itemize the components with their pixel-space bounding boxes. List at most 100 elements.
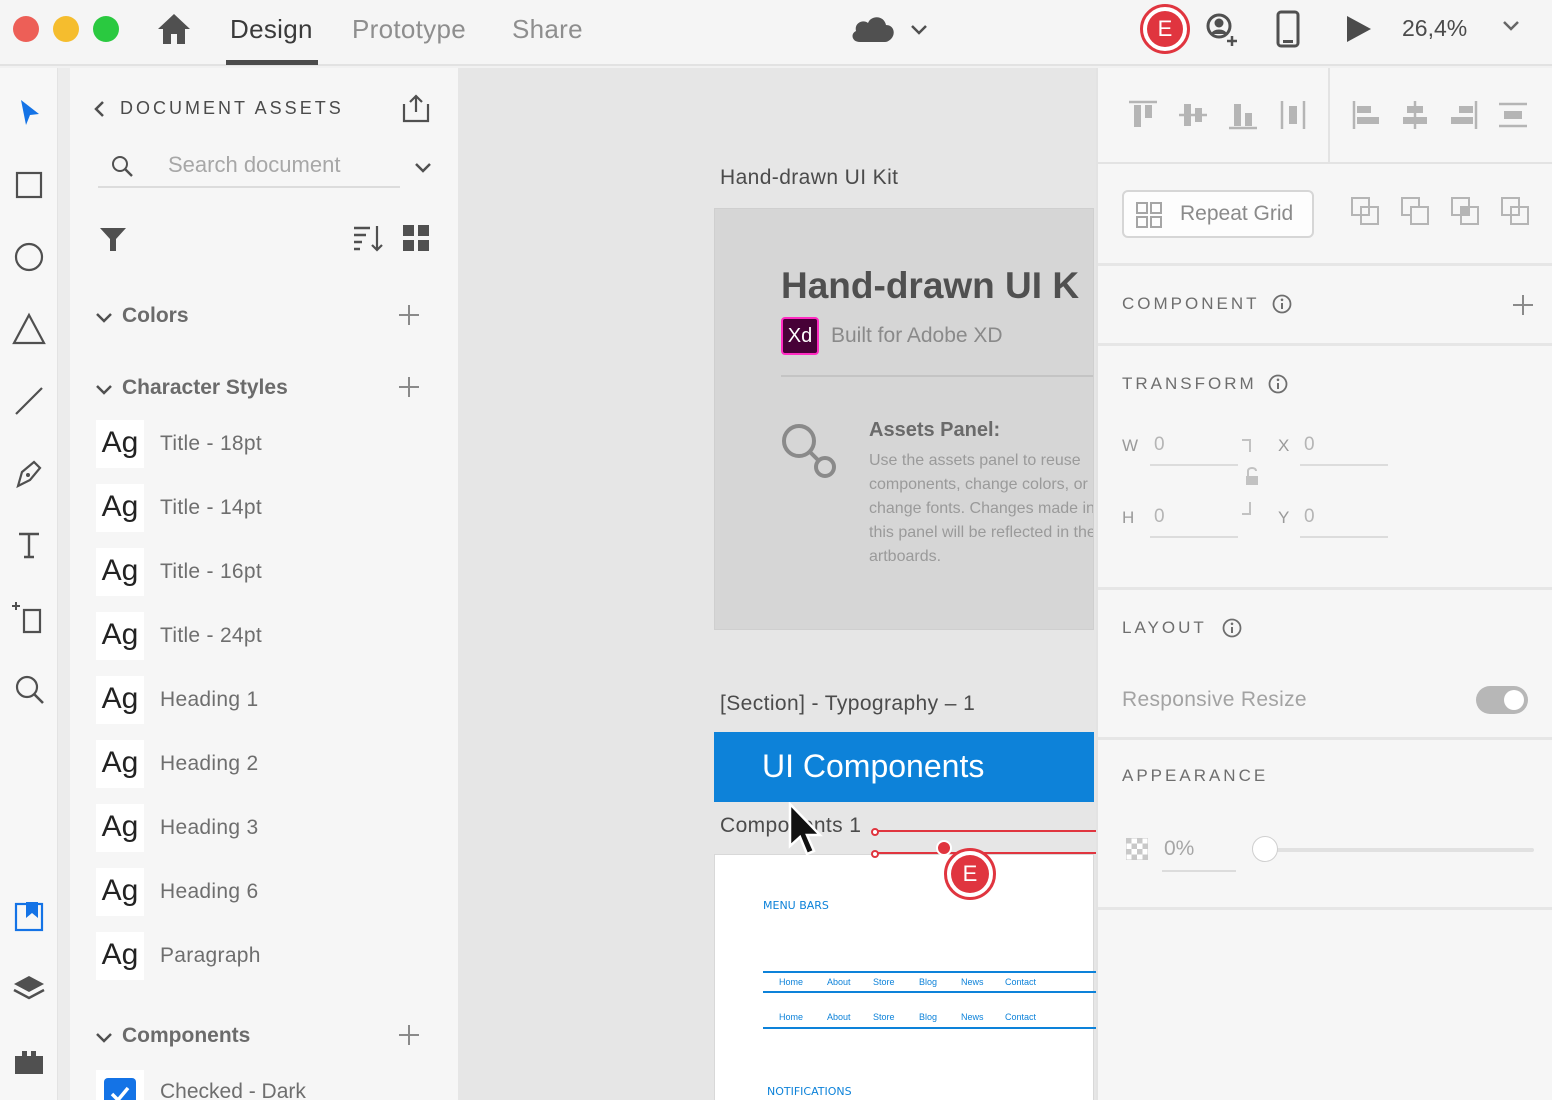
ui-components-banner[interactable]: UI Components	[714, 732, 1094, 802]
align-left-icon[interactable]	[1350, 98, 1384, 132]
align-right-icon[interactable]	[1446, 98, 1480, 132]
play-icon[interactable]	[1342, 13, 1374, 45]
opacity-slider-track[interactable]	[1258, 848, 1534, 852]
artboard-cover[interactable]: Hand-drawn UI K Xd Built for Adobe XD As…	[714, 208, 1094, 630]
artboard-title[interactable]: Hand-drawn UI Kit	[720, 166, 898, 190]
character-style-item[interactable]: Ag Paragraph	[96, 932, 416, 982]
ellipse-tool-icon[interactable]	[10, 238, 48, 276]
character-style-item[interactable]: Ag Title - 14pt	[96, 484, 416, 534]
boolean-subtract-icon[interactable]	[1400, 196, 1430, 226]
pen-tool-icon[interactable]	[10, 454, 48, 492]
artboard-tool-icon[interactable]	[10, 598, 48, 636]
rectangle-tool-icon[interactable]	[10, 166, 48, 204]
responsive-resize-toggle[interactable]	[1476, 686, 1528, 714]
lock-aspect-icon[interactable]	[1238, 438, 1262, 518]
collaborator-avatar[interactable]: E	[1140, 4, 1190, 54]
back-chevron-icon[interactable]	[92, 100, 108, 118]
character-style-preview: Ag	[96, 740, 144, 788]
boolean-exclude-icon[interactable]	[1500, 196, 1530, 226]
x-field[interactable]: 0	[1300, 430, 1388, 466]
plugins-icon[interactable]	[10, 1042, 48, 1080]
artboard-title[interactable]: [Section] - Typography – 1	[720, 692, 975, 716]
nav-item: Blog	[919, 977, 938, 987]
align-bottom-icon[interactable]	[1226, 98, 1260, 132]
chevron-down-icon[interactable]	[1500, 14, 1522, 36]
search-icon	[112, 156, 133, 177]
chevron-down-icon[interactable]	[94, 1028, 114, 1048]
artboard-components[interactable]: MENU BARS Home About Store Blog News Con…	[714, 854, 1096, 1100]
polygon-tool-icon[interactable]	[10, 310, 48, 348]
align-center-icon[interactable]	[1398, 98, 1432, 132]
export-assets-icon[interactable]	[400, 92, 432, 124]
zoom-tool-icon[interactable]	[10, 670, 48, 708]
minimize-window-button[interactable]	[53, 16, 79, 42]
select-tool-icon[interactable]	[10, 94, 48, 132]
text-tool-icon[interactable]	[10, 526, 48, 564]
character-style-item[interactable]: Ag Title - 16pt	[96, 548, 416, 598]
invite-user-icon[interactable]	[1203, 12, 1241, 48]
add-component-icon[interactable]	[1510, 292, 1536, 318]
align-toolbar	[1098, 68, 1552, 164]
character-style-item[interactable]: Ag Heading 6	[96, 868, 416, 918]
chevron-down-icon[interactable]	[94, 308, 114, 328]
height-field[interactable]: 0	[1150, 502, 1238, 538]
x-label: X	[1278, 436, 1290, 455]
character-style-item[interactable]: Ag Heading 3	[96, 804, 416, 854]
character-style-item[interactable]: Ag Title - 24pt	[96, 612, 416, 662]
character-style-item[interactable]: Ag Heading 2	[96, 740, 416, 790]
search-box	[98, 146, 400, 188]
selection-outline[interactable]	[874, 830, 1096, 854]
tab-prototype[interactable]: Prototype	[352, 14, 466, 45]
design-canvas[interactable]: Hand-drawn UI Kit Hand-drawn UI K Xd Bui…	[458, 68, 1096, 1100]
info-icon[interactable]	[1272, 294, 1292, 314]
component-item[interactable]	[96, 1070, 144, 1100]
home-icon[interactable]	[156, 12, 192, 46]
add-color-icon[interactable]	[396, 302, 422, 328]
kit-title: Hand-drawn UI K	[781, 265, 1080, 306]
chevron-down-icon[interactable]	[412, 156, 434, 178]
nav-item: Contact	[1005, 977, 1037, 987]
assets-panel-icon[interactable]	[10, 898, 48, 936]
nav-item: Home	[779, 977, 804, 987]
sort-icon[interactable]	[352, 222, 384, 254]
distribute-horizontal-icon[interactable]	[1496, 98, 1530, 132]
y-field[interactable]: 0	[1300, 502, 1388, 538]
zoom-level[interactable]: 26,4%	[1402, 15, 1467, 42]
nav-item: Contact	[1005, 1012, 1037, 1022]
selection-handle[interactable]	[871, 828, 879, 836]
opacity-field[interactable]: 0%	[1162, 830, 1236, 872]
search-input[interactable]	[168, 150, 388, 180]
chevron-down-icon[interactable]	[908, 18, 930, 40]
add-character-style-icon[interactable]	[396, 374, 422, 400]
align-top-icon[interactable]	[1126, 98, 1160, 132]
align-middle-icon[interactable]	[1176, 98, 1210, 132]
info-icon[interactable]	[1268, 374, 1288, 394]
selection-handle[interactable]	[871, 850, 879, 858]
mobile-preview-icon[interactable]	[1274, 10, 1302, 48]
boolean-add-icon[interactable]	[1350, 196, 1380, 226]
layers-icon[interactable]	[10, 970, 48, 1008]
opacity-slider-handle[interactable]	[1252, 836, 1278, 862]
chevron-down-icon[interactable]	[94, 380, 114, 400]
width-field[interactable]: 0	[1150, 430, 1238, 466]
component-section-title: COMPONENT	[1122, 294, 1260, 313]
distribute-vertical-icon[interactable]	[1276, 98, 1310, 132]
repeat-grid-button[interactable]: Repeat Grid	[1122, 190, 1314, 238]
character-styles-section-header[interactable]: Character Styles	[94, 376, 434, 406]
character-style-item[interactable]: Ag Heading 1	[96, 676, 416, 726]
colors-section-header[interactable]: Colors	[94, 304, 434, 334]
grid-view-icon[interactable]	[402, 224, 430, 252]
tab-share[interactable]: Share	[512, 14, 583, 45]
close-window-button[interactable]	[13, 16, 39, 42]
boolean-intersect-icon[interactable]	[1450, 196, 1480, 226]
cloud-icon[interactable]	[848, 12, 898, 46]
info-icon[interactable]	[1222, 618, 1242, 638]
divider	[781, 375, 1093, 377]
line-tool-icon[interactable]	[10, 382, 48, 420]
character-style-item[interactable]: Ag Title - 18pt	[96, 420, 416, 470]
components-section-header[interactable]: Components	[94, 1024, 434, 1054]
tab-design[interactable]: Design	[230, 14, 313, 45]
filter-icon[interactable]	[98, 224, 128, 254]
add-component-icon[interactable]	[396, 1022, 422, 1048]
maximize-window-button[interactable]	[93, 16, 119, 42]
